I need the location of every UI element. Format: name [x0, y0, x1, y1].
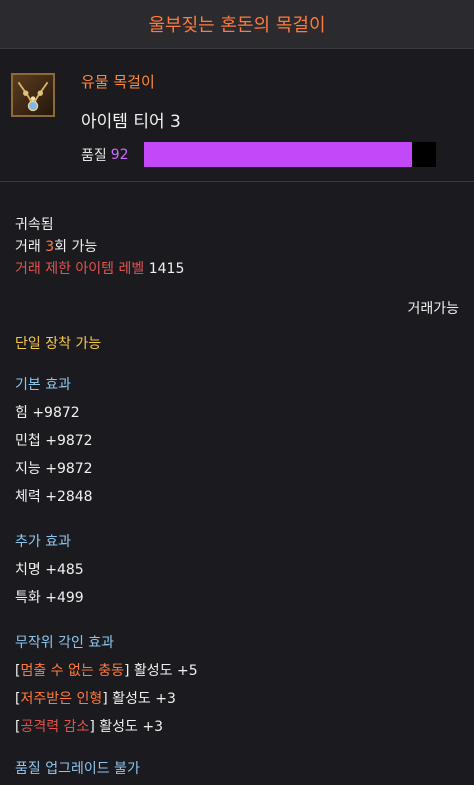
basic-effect-stat: 민첩 +9872 — [15, 433, 93, 449]
trade-count-suffix: 회 가능 — [54, 239, 98, 255]
bound-status: 귀속됨 — [15, 217, 54, 233]
basic-effect-header: 기본 효과 — [15, 377, 71, 393]
item-name: 울부짖는 혼돈의 목걸이 — [148, 15, 326, 36]
engraving-activation: 활성도 +3 — [107, 691, 176, 707]
quality-upgrade-status: 품질 업그레이드 불가 — [15, 761, 140, 777]
item-details: 귀속됨 거래 3회 가능 거래 제한 아이템 레벨 1415 거래가능 단일 장… — [0, 182, 474, 783]
additional-effect-header: 추가 효과 — [15, 534, 71, 550]
item-header: 유물 목걸이 아이템 티어 3 품질 92 — [0, 49, 474, 182]
additional-effect-stat: 치명 +485 — [15, 562, 84, 578]
engraving-name: 공격력 감소 — [20, 719, 90, 735]
tradable-status: 거래가능 — [407, 301, 459, 317]
basic-effect-stat: 체력 +2848 — [15, 489, 93, 505]
engraving-activation: 활성도 +5 — [129, 663, 198, 679]
engraving-item: [공격력 감소] 활성도 +3 — [15, 719, 163, 735]
engraving-name: 멈출 수 없는 충동 — [20, 663, 124, 679]
trade-count-prefix: 거래 — [15, 239, 46, 255]
additional-effect-stat: 특화 +499 — [15, 590, 84, 606]
item-title-bar: 울부짖는 혼돈의 목걸이 — [0, 0, 474, 49]
equip-restriction: 단일 장착 가능 — [15, 336, 102, 352]
quality-row: 품질 92 — [81, 142, 436, 167]
quality-bar-fill — [143, 142, 413, 167]
item-grade: 유물 목걸이 — [81, 73, 155, 91]
binding-block: 귀속됨 거래 3회 가능 거래 제한 아이템 레벨 1415 — [15, 214, 459, 280]
quality-label: 품질 — [81, 147, 107, 164]
trade-limit-line: 거래 제한 아이템 레벨 1415 — [15, 258, 459, 280]
trade-limit-label: 거래 제한 아이템 레벨 — [15, 261, 145, 277]
trade-count-line: 거래 3회 가능 — [15, 236, 459, 258]
engraving-name: 저주받은 인형 — [20, 691, 103, 707]
basic-effect-stat: 지능 +9872 — [15, 461, 93, 477]
engraving-header: 무작위 각인 효과 — [15, 635, 115, 651]
quality-bar — [143, 142, 436, 167]
basic-effect-stat: 힘 +9872 — [15, 405, 80, 421]
engraving-item: [저주받은 인형] 활성도 +3 — [15, 691, 176, 707]
item-tier: 아이템 티어 3 — [81, 112, 181, 132]
engraving-item: [멈출 수 없는 충동] 활성도 +5 — [15, 663, 198, 679]
trade-count: 3 — [45, 239, 55, 255]
trade-limit-value: 1415 — [144, 261, 185, 277]
engraving-activation: 활성도 +3 — [94, 719, 163, 735]
necklace-icon — [11, 73, 55, 117]
